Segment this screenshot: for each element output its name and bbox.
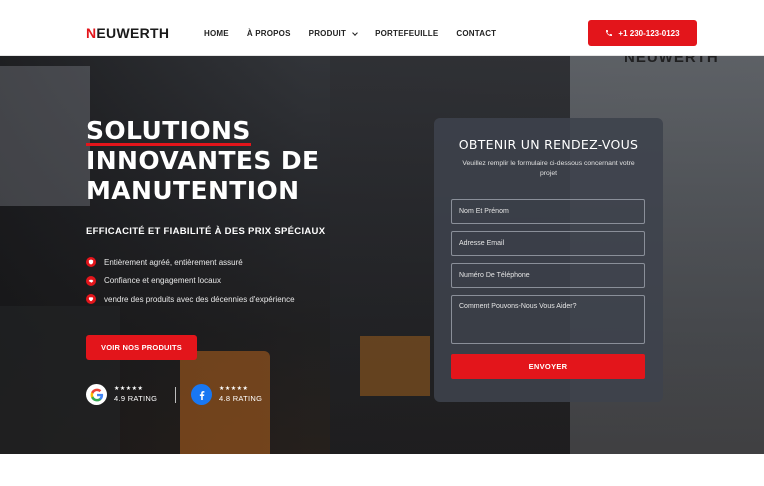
phone-field[interactable]: Numéro De Téléphone — [451, 263, 645, 288]
feature-text: Entièrement agréé, entièrement assuré — [104, 257, 243, 267]
appointment-form: OBTENIR UN RENDEZ-VOUS Veuillez remplir … — [434, 118, 663, 402]
rating-text: 4.9 RATING — [114, 394, 158, 403]
form-title: OBTENIR UN RENDEZ-VOUS — [458, 137, 639, 152]
hero-title: SOLUTIONS INNOVANTES DE MANUTENTION — [86, 116, 320, 206]
background-machine — [0, 306, 120, 454]
feature-text: vendre des produits avec des décennies d… — [104, 294, 295, 304]
rating-info: ★★★★★ 4.9 RATING — [114, 386, 157, 403]
feature-text: Confiance et engagement locaux — [104, 276, 221, 286]
hero-section: NEUWERTH SOLUTIONS INNOVANTES DE MANUTEN… — [0, 56, 764, 454]
email-field[interactable]: Adresse Email — [451, 231, 645, 256]
submit-button[interactable]: ENVOYER — [451, 354, 645, 379]
hero-title-line1-text: SOLUTIONS — [86, 116, 251, 145]
message-field[interactable]: Comment Pouvons-Nous Vous Aider? — [451, 295, 645, 344]
feature-item: Confiance et engagement locaux — [86, 272, 295, 291]
nav-a-propos[interactable]: À PROPOS — [247, 29, 291, 38]
google-icon — [86, 384, 107, 405]
hero-tagline: EFFICACITÉ ET FIABILITÉ À DES PRIX SPÉCI… — [86, 226, 326, 237]
nav-portefeuille[interactable]: PORTEFEUILLE — [375, 29, 438, 38]
logo-text: EUWERTH — [96, 25, 170, 41]
rating-divider — [175, 387, 176, 403]
feature-list: Entièrement agréé, entièrement assuré Co… — [86, 253, 295, 309]
hero-title-line1: SOLUTIONS — [86, 116, 251, 146]
phone-number: +1 230-123-0123 — [618, 28, 680, 38]
heart-icon — [86, 294, 96, 305]
nav-contact[interactable]: CONTACT — [456, 29, 496, 38]
logo[interactable]: NEUWERTH — [86, 25, 169, 41]
title-underline — [86, 143, 251, 146]
main-nav: HOME À PROPOS PRODUIT PORTEFEUILLE CONTA… — [204, 29, 514, 38]
facebook-rating[interactable]: ★★★★★ 4.8 RATING — [191, 384, 262, 405]
facebook-icon — [191, 384, 212, 405]
rating-stars: ★★★★★ — [219, 386, 249, 392]
background-pallet-truck — [360, 336, 430, 396]
phone-button[interactable]: +1 230-123-0123 — [588, 20, 697, 46]
nav-home[interactable]: HOME — [204, 29, 229, 38]
rating-stars: ★★★★★ — [114, 386, 144, 392]
form-subtitle: Veuillez remplir le formulaire ci-dessou… — [462, 160, 635, 178]
google-rating[interactable]: ★★★★★ 4.9 RATING — [86, 384, 157, 405]
handshake-icon — [86, 275, 96, 286]
hero-title-line3: MANUTENTION — [86, 176, 300, 205]
chevron-down-icon — [352, 29, 358, 36]
feature-item: vendre des produits avec des décennies d… — [86, 290, 295, 309]
hero-title-line2: INNOVANTES DE — [86, 146, 320, 175]
phone-icon — [606, 30, 613, 36]
background-wall — [0, 66, 90, 206]
nav-produit-label: PRODUIT — [308, 29, 347, 38]
logo-letter: N — [86, 25, 97, 41]
site-header: NEUWERTH HOME À PROPOS PRODUIT PORTEFEUI… — [0, 0, 764, 56]
name-field[interactable]: Nom Et Prénom — [451, 199, 645, 224]
rating-text: 4.8 RATING — [219, 394, 263, 403]
view-products-button[interactable]: VOIR NOS PRODUITS — [86, 335, 197, 360]
background-brand-text: NEUWERTH — [624, 56, 719, 66]
rating-info: ★★★★★ 4.8 RATING — [219, 386, 262, 403]
nav-produit[interactable]: PRODUIT — [308, 29, 358, 38]
shield-icon — [86, 257, 96, 268]
feature-item: Entièrement agréé, entièrement assuré — [86, 253, 295, 272]
